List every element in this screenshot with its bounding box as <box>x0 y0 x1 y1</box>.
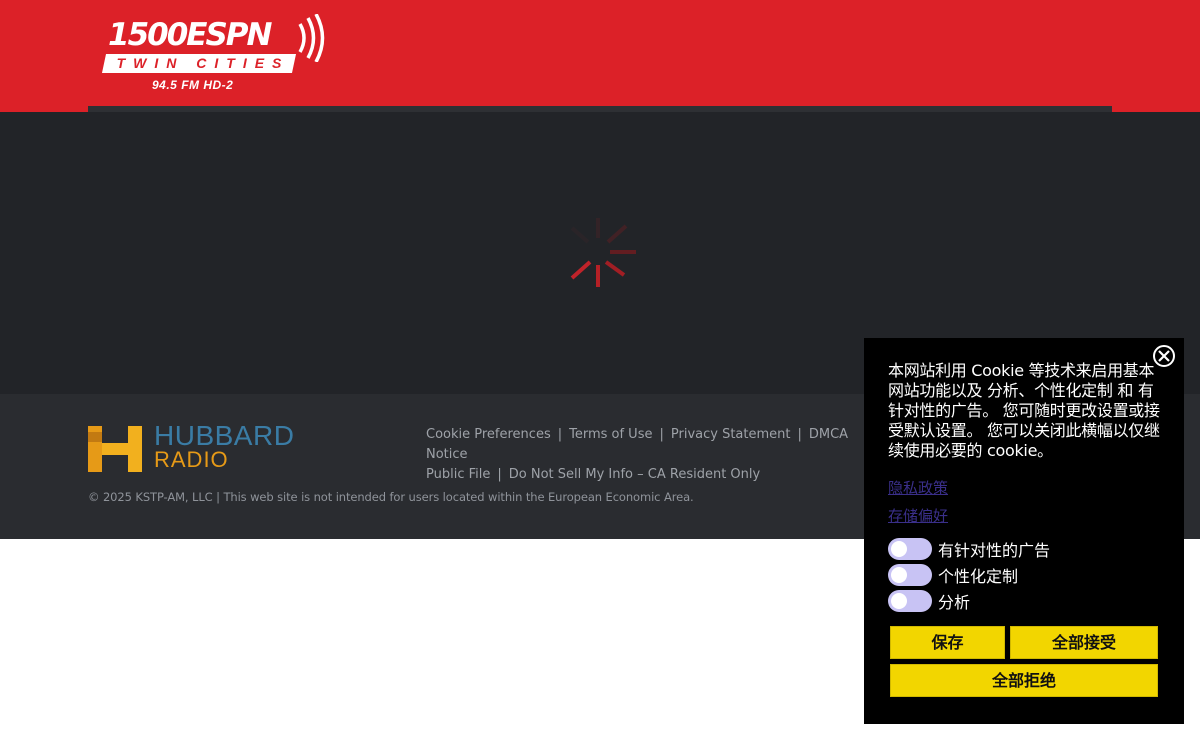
footer-links: Cookie Preferences | Terms of Use | Privacy … <box>426 427 849 482</box>
spinner-icon <box>570 218 636 287</box>
site-header: 1500ESPN TWIN CITIES 94.5 FM HD-2 <box>0 0 1200 112</box>
cookie-preferences-link[interactable]: Cookie Preferences <box>426 427 551 442</box>
copyright-text: © 2025 KSTP-AM, LLC | This web site is n… <box>88 490 694 504</box>
station-logo[interactable]: 1500ESPN TWIN CITIES 94.5 FM HD-2 <box>101 14 334 96</box>
toggle-label: 个性化定制 <box>938 567 1019 586</box>
radio-wordmark: RADIO <box>154 447 229 472</box>
logo-main-text: 1500ESPN <box>108 17 272 53</box>
terms-of-use-link[interactable]: Terms of Use <box>569 427 652 442</box>
do-not-sell-link[interactable]: Do Not Sell My Info – CA Resident Only <box>509 467 760 482</box>
privacy-policy-link[interactable]: 隐私政策 <box>888 477 948 498</box>
logo-band: TWIN CITIES <box>101 54 297 73</box>
storage-preferences-link[interactable]: 存储偏好 <box>888 505 948 526</box>
logo-frequency: 94.5 FM HD-2 <box>152 78 234 92</box>
toggle-label: 有针对性的广告 <box>938 541 1051 560</box>
cookie-message: 本网站利用 Cookie 等技术来启用基本网站功能以及 分析、个性化定制 和 有… <box>888 361 1160 460</box>
accept-all-button[interactable]: 全部接受 <box>1010 626 1158 659</box>
privacy-statement-link[interactable]: Privacy Statement <box>671 427 791 442</box>
toggle-row-analytics: 分析 <box>888 589 970 613</box>
logo-band-text: TWIN CITIES <box>116 55 290 71</box>
personalization-toggle[interactable] <box>888 564 932 586</box>
hubbard-radio-logo[interactable]: HUBBARD RADIO <box>88 421 328 474</box>
toggle-label: 分析 <box>938 593 971 612</box>
broadcast-waves-icon <box>298 14 325 62</box>
targeted-ads-toggle[interactable] <box>888 538 932 560</box>
reject-all-button[interactable]: 全部拒绝 <box>890 664 1158 697</box>
cookie-consent-banner: 本网站利用 Cookie 等技术来启用基本网站功能以及 分析、个性化定制 和 有… <box>864 338 1184 724</box>
hubbard-h-icon <box>88 426 142 472</box>
public-file-link[interactable]: Public File <box>426 467 490 482</box>
analytics-toggle[interactable] <box>888 590 932 612</box>
toggle-row-targeted-ads: 有针对性的广告 <box>888 537 1050 561</box>
toggle-row-personalization: 个性化定制 <box>888 563 1018 587</box>
save-button[interactable]: 保存 <box>890 626 1005 659</box>
